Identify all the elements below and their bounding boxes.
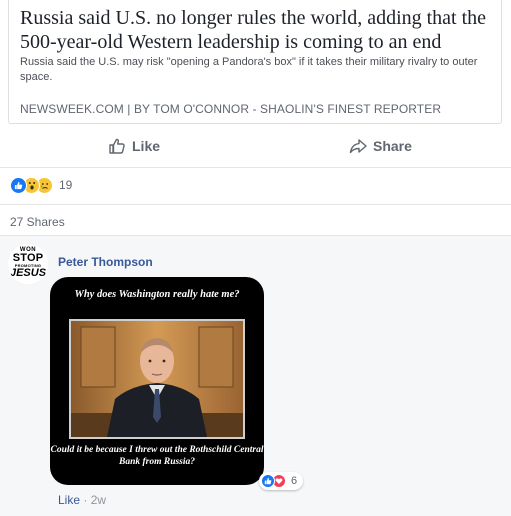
post-action-bar: Like Share <box>0 124 511 168</box>
like-icon <box>10 176 27 194</box>
like-button-label: Like <box>132 138 161 154</box>
meme-photo <box>69 319 245 439</box>
reactions-count[interactable]: 19 <box>59 178 72 192</box>
divider <box>0 204 511 205</box>
reactions-summary[interactable]: 19 <box>10 176 72 194</box>
comment-image[interactable]: Why does Washington really hate me? Coul… <box>50 277 264 485</box>
comment-meta: Like · 2w <box>58 493 106 507</box>
link-preview-card[interactable]: Russia said U.S. no longer rules the wor… <box>8 0 502 124</box>
meta-separator: · <box>83 493 88 507</box>
link-title[interactable]: Russia said U.S. no longer rules the wor… <box>20 6 496 54</box>
share-button[interactable]: Share <box>349 134 412 158</box>
comment-timestamp[interactable]: 2w <box>91 493 106 507</box>
share-arrow-icon <box>349 139 367 154</box>
comment-reactions[interactable]: 6 <box>259 472 304 490</box>
comment-reactions-count: 6 <box>291 475 298 487</box>
comment-author[interactable]: Peter Thompson <box>58 255 153 269</box>
meme-top-caption: Why does Washington really hate me? <box>74 289 240 300</box>
avatar[interactable]: WON STOP PROMOTING JESUS <box>8 244 48 284</box>
thumbs-up-icon <box>109 138 125 154</box>
like-icon <box>261 474 275 488</box>
meme-bottom-caption: Could it be because I threw out the Roth… <box>50 445 264 467</box>
link-description: Russia said the U.S. may risk "opening a… <box>20 56 478 83</box>
like-button[interactable]: Like <box>108 134 160 158</box>
shares-count[interactable]: 27 Shares <box>10 215 65 229</box>
share-button-label: Share <box>373 138 412 154</box>
avatar-text: JESUS <box>9 267 47 279</box>
comment-like-link[interactable]: Like <box>58 493 80 507</box>
portrait-illustration <box>71 321 243 437</box>
link-source: NEWSWEEK.COM | BY TOM O'CONNOR - SHAOLIN… <box>20 102 442 116</box>
